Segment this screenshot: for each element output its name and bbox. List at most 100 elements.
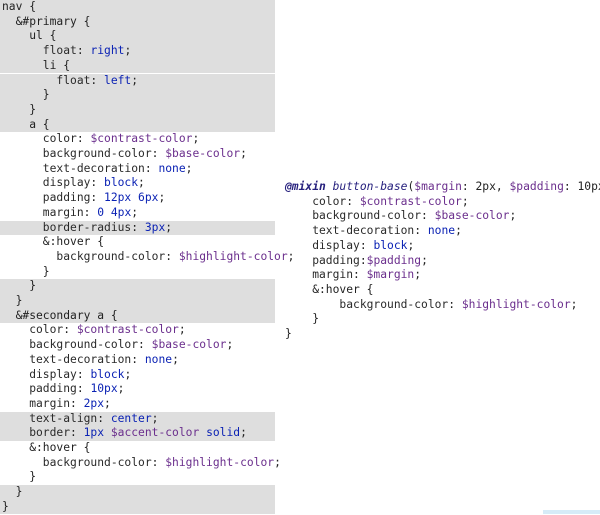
code-line: } xyxy=(0,485,275,500)
code-token: center xyxy=(110,411,152,425)
code-line: color: $contrast-color; xyxy=(0,132,275,147)
code-token: : xyxy=(138,338,152,352)
code-line: float: left; xyxy=(0,73,275,89)
code-token: : 10px) { xyxy=(563,180,600,193)
code-line: padding:$padding; xyxy=(285,254,428,269)
code-line: } xyxy=(0,88,275,103)
code-line: } xyxy=(0,294,275,309)
code-line: } xyxy=(285,312,319,327)
code-token: background-color xyxy=(2,455,152,469)
corner-scroll-indicator xyxy=(543,510,600,514)
code-token: 0 4px xyxy=(97,205,132,219)
right-code-panel: @mixin button-base($margin: 2px, $paddin… xyxy=(285,0,600,514)
code-line: margin: 2px; xyxy=(0,397,275,412)
code-token: none xyxy=(427,224,456,238)
code-token: ; xyxy=(455,224,462,238)
code-line: border: 1px $accent-color solid; xyxy=(0,426,275,441)
code-token: ; xyxy=(461,194,469,208)
code-line: &:hover { xyxy=(285,283,373,298)
code-token: : xyxy=(131,220,145,234)
code-token: ; xyxy=(407,238,415,252)
code-token: margin xyxy=(2,396,71,410)
code-token: border-radius xyxy=(2,220,132,234)
code-token: : xyxy=(97,411,111,425)
code-line: margin: $margin; xyxy=(285,268,421,283)
code-token: ; xyxy=(185,161,193,175)
code-token: : 2px, xyxy=(461,180,510,193)
code-token: ; xyxy=(226,338,234,352)
code-line: } xyxy=(2,264,50,278)
code-token: ; xyxy=(509,209,517,223)
code-line: padding: 10px; xyxy=(0,382,275,397)
code-token: : xyxy=(83,205,98,219)
code-line: background-color: $base-color; xyxy=(0,147,275,162)
code-line: display: block; xyxy=(285,239,414,254)
code-line: display: block; xyxy=(0,176,275,191)
code-token: $base-color xyxy=(165,147,241,160)
code-line: float: right; xyxy=(0,44,275,59)
code-line: text-decoration: none; xyxy=(0,162,275,177)
code-token: : xyxy=(151,147,166,160)
code-token: } xyxy=(285,312,320,326)
code-token: text-decoration xyxy=(2,352,132,366)
code-line: background-color: $highlight-color; xyxy=(0,455,281,471)
code-token: background-color xyxy=(2,147,152,160)
code-token: text-decoration xyxy=(2,161,145,175)
code-token: : xyxy=(70,426,84,440)
code-token: display xyxy=(2,367,77,381)
code-token: block xyxy=(373,238,408,252)
code-token: ; xyxy=(124,44,132,58)
code-token: text-align xyxy=(2,411,98,425)
code-line: &:hover { xyxy=(2,441,91,454)
code-token: @mixin xyxy=(285,180,326,193)
code-token: 10px xyxy=(90,382,118,396)
code-token: 3px xyxy=(144,220,166,234)
code-token: background-color xyxy=(285,297,449,311)
code-line: ul { xyxy=(0,29,275,45)
code-token: : xyxy=(76,367,91,381)
code-line: &:hover { xyxy=(2,235,105,249)
code-line: nav { xyxy=(0,0,275,15)
code-line: @mixin button-base($margin: 2px, $paddin… xyxy=(285,180,600,195)
code-token: ; xyxy=(151,411,159,425)
code-token: $contrast-color xyxy=(90,132,193,146)
code-token: ; xyxy=(104,396,111,410)
code-token: ; xyxy=(421,253,428,267)
code-token: : xyxy=(353,268,367,282)
code-token: text-decoration xyxy=(285,224,415,238)
code-token: ; xyxy=(274,455,281,469)
code-token: : xyxy=(421,209,435,223)
code-token: : xyxy=(76,44,91,58)
code-token: : xyxy=(76,132,91,146)
code-token: background-color xyxy=(285,209,422,223)
code-token: none xyxy=(144,352,173,366)
code-token: right xyxy=(90,44,125,58)
code-token: : xyxy=(359,253,367,267)
code-token: : xyxy=(359,238,374,252)
code-line: } xyxy=(285,327,292,342)
code-line: &#primary { xyxy=(0,14,275,30)
code-line: text-decoration: none; xyxy=(285,224,462,239)
code-token: : xyxy=(448,297,462,311)
code-line: } xyxy=(0,102,275,118)
code-token: left xyxy=(104,73,132,87)
code-line: color: $contrast-color; xyxy=(0,323,275,338)
code-token: ; xyxy=(192,132,200,146)
code-token: $accent-color xyxy=(110,426,200,440)
code-line: display: block; xyxy=(0,368,275,383)
code-token: solid xyxy=(199,426,241,440)
code-token: display xyxy=(2,176,91,190)
code-token: margin xyxy=(2,205,84,219)
code-token: color xyxy=(2,132,77,146)
code-token: ; xyxy=(138,176,145,190)
code-token: : xyxy=(144,161,159,175)
code-token: $contrast-color xyxy=(359,194,462,208)
code-token: ; xyxy=(240,147,247,160)
code-token: float xyxy=(2,44,77,58)
code-token: button-base xyxy=(332,180,408,193)
code-token: float xyxy=(2,73,91,87)
code-token: : xyxy=(414,224,428,238)
code-line: li { xyxy=(0,58,275,74)
code-token: : xyxy=(63,323,77,337)
